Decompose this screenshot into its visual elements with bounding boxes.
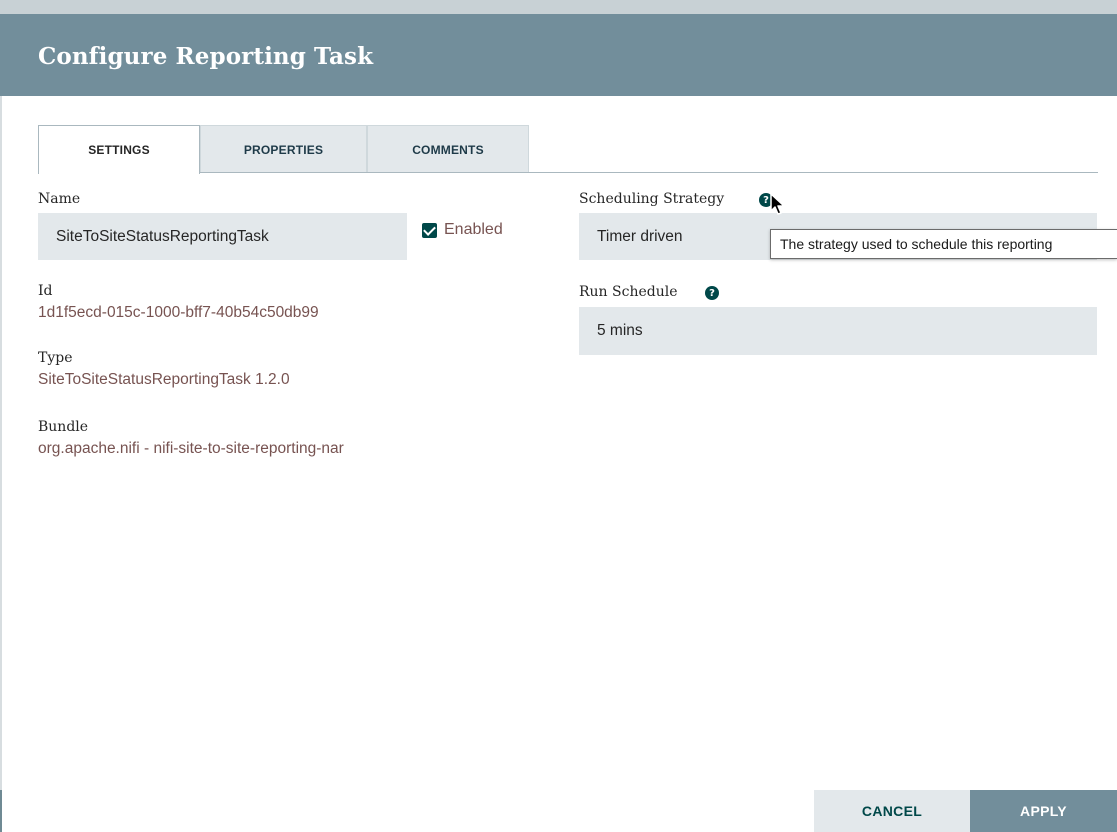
id-value: 1d1f5ecd-015c-1000-bff7-40b54c50db99 — [38, 304, 319, 321]
tab-settings[interactable]: SETTINGS — [38, 125, 200, 174]
scheduling-strategy-label: Scheduling Strategy — [579, 191, 725, 207]
enabled-label: Enabled — [444, 221, 503, 238]
question-circle-icon[interactable]: ? — [705, 286, 719, 300]
tab-comments[interactable]: COMMENTS — [367, 125, 529, 173]
bundle-value: org.apache.nifi - nifi-site-to-site-repo… — [38, 440, 344, 457]
name-input[interactable]: SiteToSiteStatusReportingTask — [38, 213, 407, 260]
bundle-label: Bundle — [38, 419, 89, 435]
scheduling-strategy-tooltip: The strategy used to schedule this repor… — [770, 229, 1117, 259]
type-label: Type — [38, 350, 73, 366]
name-label: Name — [38, 191, 81, 207]
left-border — [0, 0, 2, 832]
tab-properties[interactable]: PROPERTIES — [200, 125, 367, 173]
run-schedule-input[interactable]: 5 mins — [579, 307, 1097, 355]
id-label: Id — [38, 283, 53, 299]
dialog-header: Configure Reporting Task — [0, 0, 1117, 96]
checkbox-checked-icon[interactable] — [422, 222, 437, 238]
cancel-button[interactable]: CANCEL — [814, 790, 970, 832]
type-value: SiteToSiteStatusReportingTask 1.2.0 — [38, 371, 290, 388]
dialog-title: Configure Reporting Task — [38, 43, 374, 70]
apply-button[interactable]: APPLY — [970, 790, 1117, 832]
run-schedule-label: Run Schedule — [579, 284, 678, 300]
left-border-bottom — [0, 790, 2, 832]
enabled-toggle[interactable]: Enabled — [422, 221, 503, 239]
mouse-pointer-icon — [770, 193, 785, 215]
tab-underline — [200, 172, 1098, 173]
